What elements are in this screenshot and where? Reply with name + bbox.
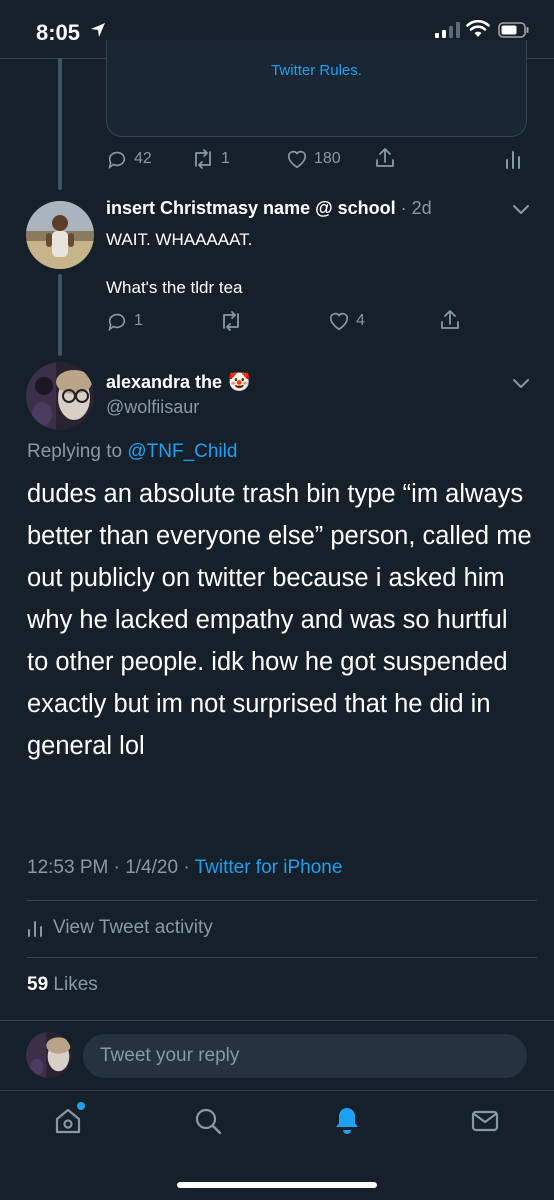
tweet-timestamp: 12:53 PM · 1/4/20 ·	[27, 857, 195, 878]
thread-connector-line	[58, 274, 62, 356]
avatar-photo	[26, 201, 94, 269]
avatar-photo	[26, 1032, 72, 1078]
cellular-signal-icon	[435, 22, 460, 38]
replying-to-prefix: Replying to	[27, 441, 123, 462]
notifications-icon[interactable]	[331, 1105, 363, 1137]
avatar-photo	[26, 362, 94, 430]
reply-author-name[interactable]: insert Christmasy name @ school	[106, 198, 396, 218]
retweet-action[interactable]: 1	[191, 148, 230, 170]
reply-icon	[108, 313, 126, 332]
chevron-down-icon[interactable]	[512, 204, 530, 216]
twitter-rules-link[interactable]: Twitter Rules.	[107, 62, 526, 79]
thread-connector-line	[58, 58, 62, 190]
like-action[interactable]: 4	[328, 310, 365, 332]
reply-text-line: WAIT. WHAAAAAT.	[106, 230, 253, 249]
retweet-icon	[195, 149, 211, 169]
share-action[interactable]	[373, 146, 397, 170]
retweet-icon	[223, 311, 239, 331]
like-count: 180	[314, 150, 341, 167]
reply-text-line: What's the tldr tea	[106, 278, 243, 297]
avatar[interactable]	[26, 362, 94, 430]
reply-time: 2d	[411, 198, 432, 218]
like-count: 4	[356, 312, 365, 329]
replying-to-line: Replying to @TNF_Child	[27, 441, 237, 463]
like-action[interactable]: 180	[286, 148, 341, 170]
wifi-icon	[466, 20, 490, 37]
reply-icon	[108, 151, 126, 170]
tweet-author-handle[interactable]: @wolfiisaur	[106, 397, 199, 418]
reply-action[interactable]: 1	[106, 310, 143, 332]
reply-count: 42	[134, 150, 152, 167]
view-tweet-activity-label: View Tweet activity	[53, 917, 213, 938]
status-time: 8:05	[36, 20, 81, 45]
analytics-action[interactable]	[504, 148, 522, 170]
battery-icon	[498, 22, 529, 38]
tweet-timestamp-line: 12:53 PM · 1/4/20 · Twitter for iPhone	[27, 857, 342, 879]
clown-emoji-icon: 🤡	[228, 372, 251, 392]
tweet-text: dudes an absolute trash bin type “im alw…	[27, 480, 532, 760]
search-icon[interactable]	[192, 1105, 224, 1137]
likes-label: Likes	[53, 974, 98, 995]
my-avatar[interactable]	[26, 1032, 72, 1078]
likes-count-link[interactable]: 59 Likes	[27, 974, 98, 996]
messages-icon[interactable]	[469, 1105, 501, 1137]
author-name-text: alexandra the	[106, 372, 223, 392]
home-indicator[interactable]	[177, 1182, 377, 1188]
heart-icon	[329, 312, 349, 331]
reply-input[interactable]: Tweet your reply	[83, 1034, 527, 1078]
retweet-count: 1	[221, 150, 230, 167]
share-action[interactable]	[438, 308, 462, 332]
divider	[27, 957, 537, 958]
tweet-author-name[interactable]: alexandra the 🤡	[106, 372, 250, 393]
share-icon	[376, 148, 394, 167]
reply-separator: ·	[400, 198, 412, 218]
location-arrow-icon	[91, 23, 105, 37]
new-items-dot	[77, 1102, 85, 1110]
likes-number: 59	[27, 974, 49, 995]
heart-icon	[287, 150, 307, 169]
reply-header: insert Christmasy name @ school · 2d	[106, 198, 432, 219]
reply-count: 1	[134, 312, 143, 329]
analytics-icon	[506, 151, 520, 169]
avatar[interactable]	[26, 201, 94, 269]
analytics-icon	[28, 921, 42, 937]
quoted-tweet-card[interactable]: Twitter Rules.	[106, 40, 527, 137]
reply-action[interactable]: 42	[106, 148, 152, 170]
share-icon	[441, 310, 459, 329]
retweet-action[interactable]	[219, 310, 243, 332]
divider	[27, 900, 537, 901]
tweet-source-link[interactable]: Twitter for iPhone	[195, 857, 343, 878]
view-tweet-activity-button[interactable]: View Tweet activity	[27, 917, 213, 939]
replying-to-mention[interactable]: @TNF_Child	[127, 441, 237, 462]
chevron-down-icon[interactable]	[512, 378, 530, 390]
